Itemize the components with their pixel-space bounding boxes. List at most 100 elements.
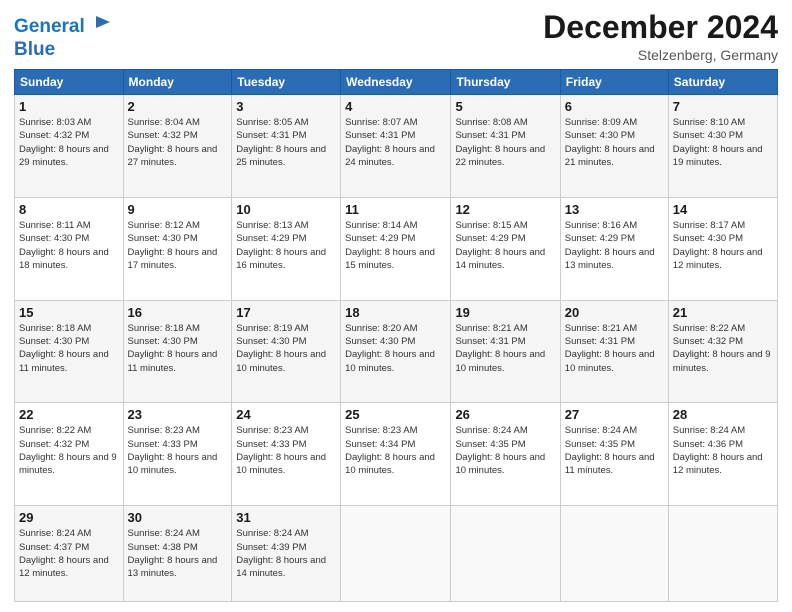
col-header-wednesday: Wednesday bbox=[341, 70, 451, 95]
week-row-2: 8Sunrise: 8:11 AMSunset: 4:30 PMDaylight… bbox=[15, 197, 778, 300]
day-number: 21 bbox=[673, 305, 773, 320]
calendar-cell: 7 Sunrise: 8:10 AMSunset: 4:30 PMDaylight… bbox=[668, 95, 777, 198]
day-detail: Sunrise: 8:24 AMSunset: 4:35 PMDaylight:… bbox=[565, 424, 664, 477]
day-number: 13 bbox=[565, 202, 664, 217]
calendar-cell: 12 Sunrise: 8:15 AMSunset: 4:29 PMDayligh… bbox=[451, 197, 560, 300]
location-subtitle: Stelzenberg, Germany bbox=[543, 47, 778, 63]
day-number: 17 bbox=[236, 305, 336, 320]
day-detail: Sunrise: 8:12 AMSunset: 4:30 PMDaylight:… bbox=[128, 219, 228, 272]
calendar-cell: 26 Sunrise: 8:24 AMSunset: 4:35 PMDayligh… bbox=[451, 403, 560, 506]
day-number: 9 bbox=[128, 202, 228, 217]
calendar-cell: 28Sunrise: 8:24 AMSunset: 4:36 PMDayligh… bbox=[668, 403, 777, 506]
calendar-cell: 27 Sunrise: 8:24 AMSunset: 4:35 PMDayligh… bbox=[560, 403, 668, 506]
day-number: 30 bbox=[128, 510, 228, 525]
day-detail: Sunrise: 8:15 AMSunset: 4:29 PMDaylight:… bbox=[455, 219, 555, 272]
day-detail: Sunrise: 8:23 AMSunset: 4:34 PMDaylight:… bbox=[345, 424, 446, 477]
page: General Blue December 2024 Stelzenberg, … bbox=[0, 0, 792, 612]
day-detail: Sunrise: 8:20 AMSunset: 4:30 PMDaylight:… bbox=[345, 322, 446, 375]
day-detail: Sunrise: 8:04 AMSunset: 4:32 PMDaylight:… bbox=[128, 116, 228, 169]
week-row-4: 22 Sunrise: 8:22 AMSunset: 4:32 PMDayligh… bbox=[15, 403, 778, 506]
calendar-cell: 30 Sunrise: 8:24 AMSunset: 4:38 PMDayligh… bbox=[123, 506, 232, 602]
day-detail: Sunrise: 8:10 AMSunset: 4:30 PMDaylight:… bbox=[673, 116, 773, 169]
calendar-header-row: SundayMondayTuesdayWednesdayThursdayFrid… bbox=[15, 70, 778, 95]
day-detail: Sunrise: 8:24 AMSunset: 4:38 PMDaylight:… bbox=[128, 527, 228, 580]
calendar-cell: 6Sunrise: 8:09 AMSunset: 4:30 PMDaylight… bbox=[560, 95, 668, 198]
month-title: December 2024 bbox=[543, 10, 778, 45]
day-detail: Sunrise: 8:14 AMSunset: 4:29 PMDaylight:… bbox=[345, 219, 446, 272]
calendar-cell: 25 Sunrise: 8:23 AMSunset: 4:34 PMDayligh… bbox=[341, 403, 451, 506]
day-detail: Sunrise: 8:24 AMSunset: 4:37 PMDaylight:… bbox=[19, 527, 119, 580]
col-header-saturday: Saturday bbox=[668, 70, 777, 95]
calendar-cell: 4Sunrise: 8:07 AMSunset: 4:31 PMDaylight… bbox=[341, 95, 451, 198]
week-row-1: 1 Sunrise: 8:03 AMSunset: 4:32 PMDaylight… bbox=[15, 95, 778, 198]
day-detail: Sunrise: 8:23 AMSunset: 4:33 PMDaylight:… bbox=[128, 424, 228, 477]
day-number: 24 bbox=[236, 407, 336, 422]
col-header-sunday: Sunday bbox=[15, 70, 124, 95]
col-header-thursday: Thursday bbox=[451, 70, 560, 95]
day-number: 3 bbox=[236, 99, 336, 114]
day-number: 22 bbox=[19, 407, 119, 422]
day-detail: Sunrise: 8:23 AMSunset: 4:33 PMDaylight:… bbox=[236, 424, 336, 477]
calendar-cell: 16Sunrise: 8:18 AMSunset: 4:30 PMDayligh… bbox=[123, 300, 232, 403]
day-detail: Sunrise: 8:24 AMSunset: 4:35 PMDaylight:… bbox=[455, 424, 555, 477]
day-detail: Sunrise: 8:05 AMSunset: 4:31 PMDaylight:… bbox=[236, 116, 336, 169]
calendar-cell: 13 Sunrise: 8:16 AMSunset: 4:29 PMDayligh… bbox=[560, 197, 668, 300]
day-detail: Sunrise: 8:22 AMSunset: 4:32 PMDaylight:… bbox=[19, 424, 119, 477]
calendar-cell: 14Sunrise: 8:17 AMSunset: 4:30 PMDayligh… bbox=[668, 197, 777, 300]
calendar-cell: 21 Sunrise: 8:22 AMSunset: 4:32 PMDayligh… bbox=[668, 300, 777, 403]
day-number: 20 bbox=[565, 305, 664, 320]
calendar-cell: 18 Sunrise: 8:20 AMSunset: 4:30 PMDayligh… bbox=[341, 300, 451, 403]
day-detail: Sunrise: 8:24 AMSunset: 4:39 PMDaylight:… bbox=[236, 527, 336, 580]
day-number: 26 bbox=[455, 407, 555, 422]
calendar-cell bbox=[451, 506, 560, 602]
day-number: 7 bbox=[673, 99, 773, 114]
day-number: 25 bbox=[345, 407, 446, 422]
day-number: 11 bbox=[345, 202, 446, 217]
day-number: 6 bbox=[565, 99, 664, 114]
logo-general: General bbox=[14, 17, 85, 38]
calendar-cell: 29 Sunrise: 8:24 AMSunset: 4:37 PMDayligh… bbox=[15, 506, 124, 602]
day-number: 15 bbox=[19, 305, 119, 320]
day-detail: Sunrise: 8:13 AMSunset: 4:29 PMDaylight:… bbox=[236, 219, 336, 272]
day-number: 27 bbox=[565, 407, 664, 422]
day-detail: Sunrise: 8:18 AMSunset: 4:30 PMDaylight:… bbox=[19, 322, 119, 375]
day-detail: Sunrise: 8:21 AMSunset: 4:31 PMDaylight:… bbox=[455, 322, 555, 375]
calendar-cell: 17 Sunrise: 8:19 AMSunset: 4:30 PMDayligh… bbox=[232, 300, 341, 403]
day-number: 8 bbox=[19, 202, 119, 217]
calendar-cell: 1 Sunrise: 8:03 AMSunset: 4:32 PMDaylight… bbox=[15, 95, 124, 198]
day-detail: Sunrise: 8:19 AMSunset: 4:30 PMDaylight:… bbox=[236, 322, 336, 375]
day-detail: Sunrise: 8:21 AMSunset: 4:31 PMDaylight:… bbox=[565, 322, 664, 375]
calendar-cell: 8Sunrise: 8:11 AMSunset: 4:30 PMDaylight… bbox=[15, 197, 124, 300]
week-row-5: 29 Sunrise: 8:24 AMSunset: 4:37 PMDayligh… bbox=[15, 506, 778, 602]
logo-flag-icon bbox=[88, 14, 114, 40]
col-header-monday: Monday bbox=[123, 70, 232, 95]
logo: General Blue bbox=[14, 14, 114, 61]
calendar-cell: 22 Sunrise: 8:22 AMSunset: 4:32 PMDayligh… bbox=[15, 403, 124, 506]
title-block: December 2024 Stelzenberg, Germany bbox=[543, 10, 778, 63]
calendar-cell: 9 Sunrise: 8:12 AMSunset: 4:30 PMDaylight… bbox=[123, 197, 232, 300]
calendar-cell bbox=[668, 506, 777, 602]
week-row-3: 15 Sunrise: 8:18 AMSunset: 4:30 PMDayligh… bbox=[15, 300, 778, 403]
day-detail: Sunrise: 8:22 AMSunset: 4:32 PMDaylight:… bbox=[673, 322, 773, 375]
col-header-tuesday: Tuesday bbox=[232, 70, 341, 95]
calendar-table: SundayMondayTuesdayWednesdayThursdayFrid… bbox=[14, 69, 778, 602]
day-number: 1 bbox=[19, 99, 119, 114]
day-detail: Sunrise: 8:17 AMSunset: 4:30 PMDaylight:… bbox=[673, 219, 773, 272]
calendar-cell: 2Sunrise: 8:04 AMSunset: 4:32 PMDaylight… bbox=[123, 95, 232, 198]
day-detail: Sunrise: 8:03 AMSunset: 4:32 PMDaylight:… bbox=[19, 116, 119, 169]
day-detail: Sunrise: 8:16 AMSunset: 4:29 PMDaylight:… bbox=[565, 219, 664, 272]
calendar-cell: 3 Sunrise: 8:05 AMSunset: 4:31 PMDaylight… bbox=[232, 95, 341, 198]
header: General Blue December 2024 Stelzenberg, … bbox=[14, 10, 778, 63]
logo-blue: Blue bbox=[14, 40, 114, 61]
day-number: 4 bbox=[345, 99, 446, 114]
calendar-cell: 10Sunrise: 8:13 AMSunset: 4:29 PMDayligh… bbox=[232, 197, 341, 300]
col-header-friday: Friday bbox=[560, 70, 668, 95]
day-number: 12 bbox=[455, 202, 555, 217]
calendar-cell: 15 Sunrise: 8:18 AMSunset: 4:30 PMDayligh… bbox=[15, 300, 124, 403]
day-number: 28 bbox=[673, 407, 773, 422]
calendar-cell: 20 Sunrise: 8:21 AMSunset: 4:31 PMDayligh… bbox=[560, 300, 668, 403]
day-number: 29 bbox=[19, 510, 119, 525]
day-number: 18 bbox=[345, 305, 446, 320]
day-detail: Sunrise: 8:18 AMSunset: 4:30 PMDaylight:… bbox=[128, 322, 228, 375]
day-number: 23 bbox=[128, 407, 228, 422]
